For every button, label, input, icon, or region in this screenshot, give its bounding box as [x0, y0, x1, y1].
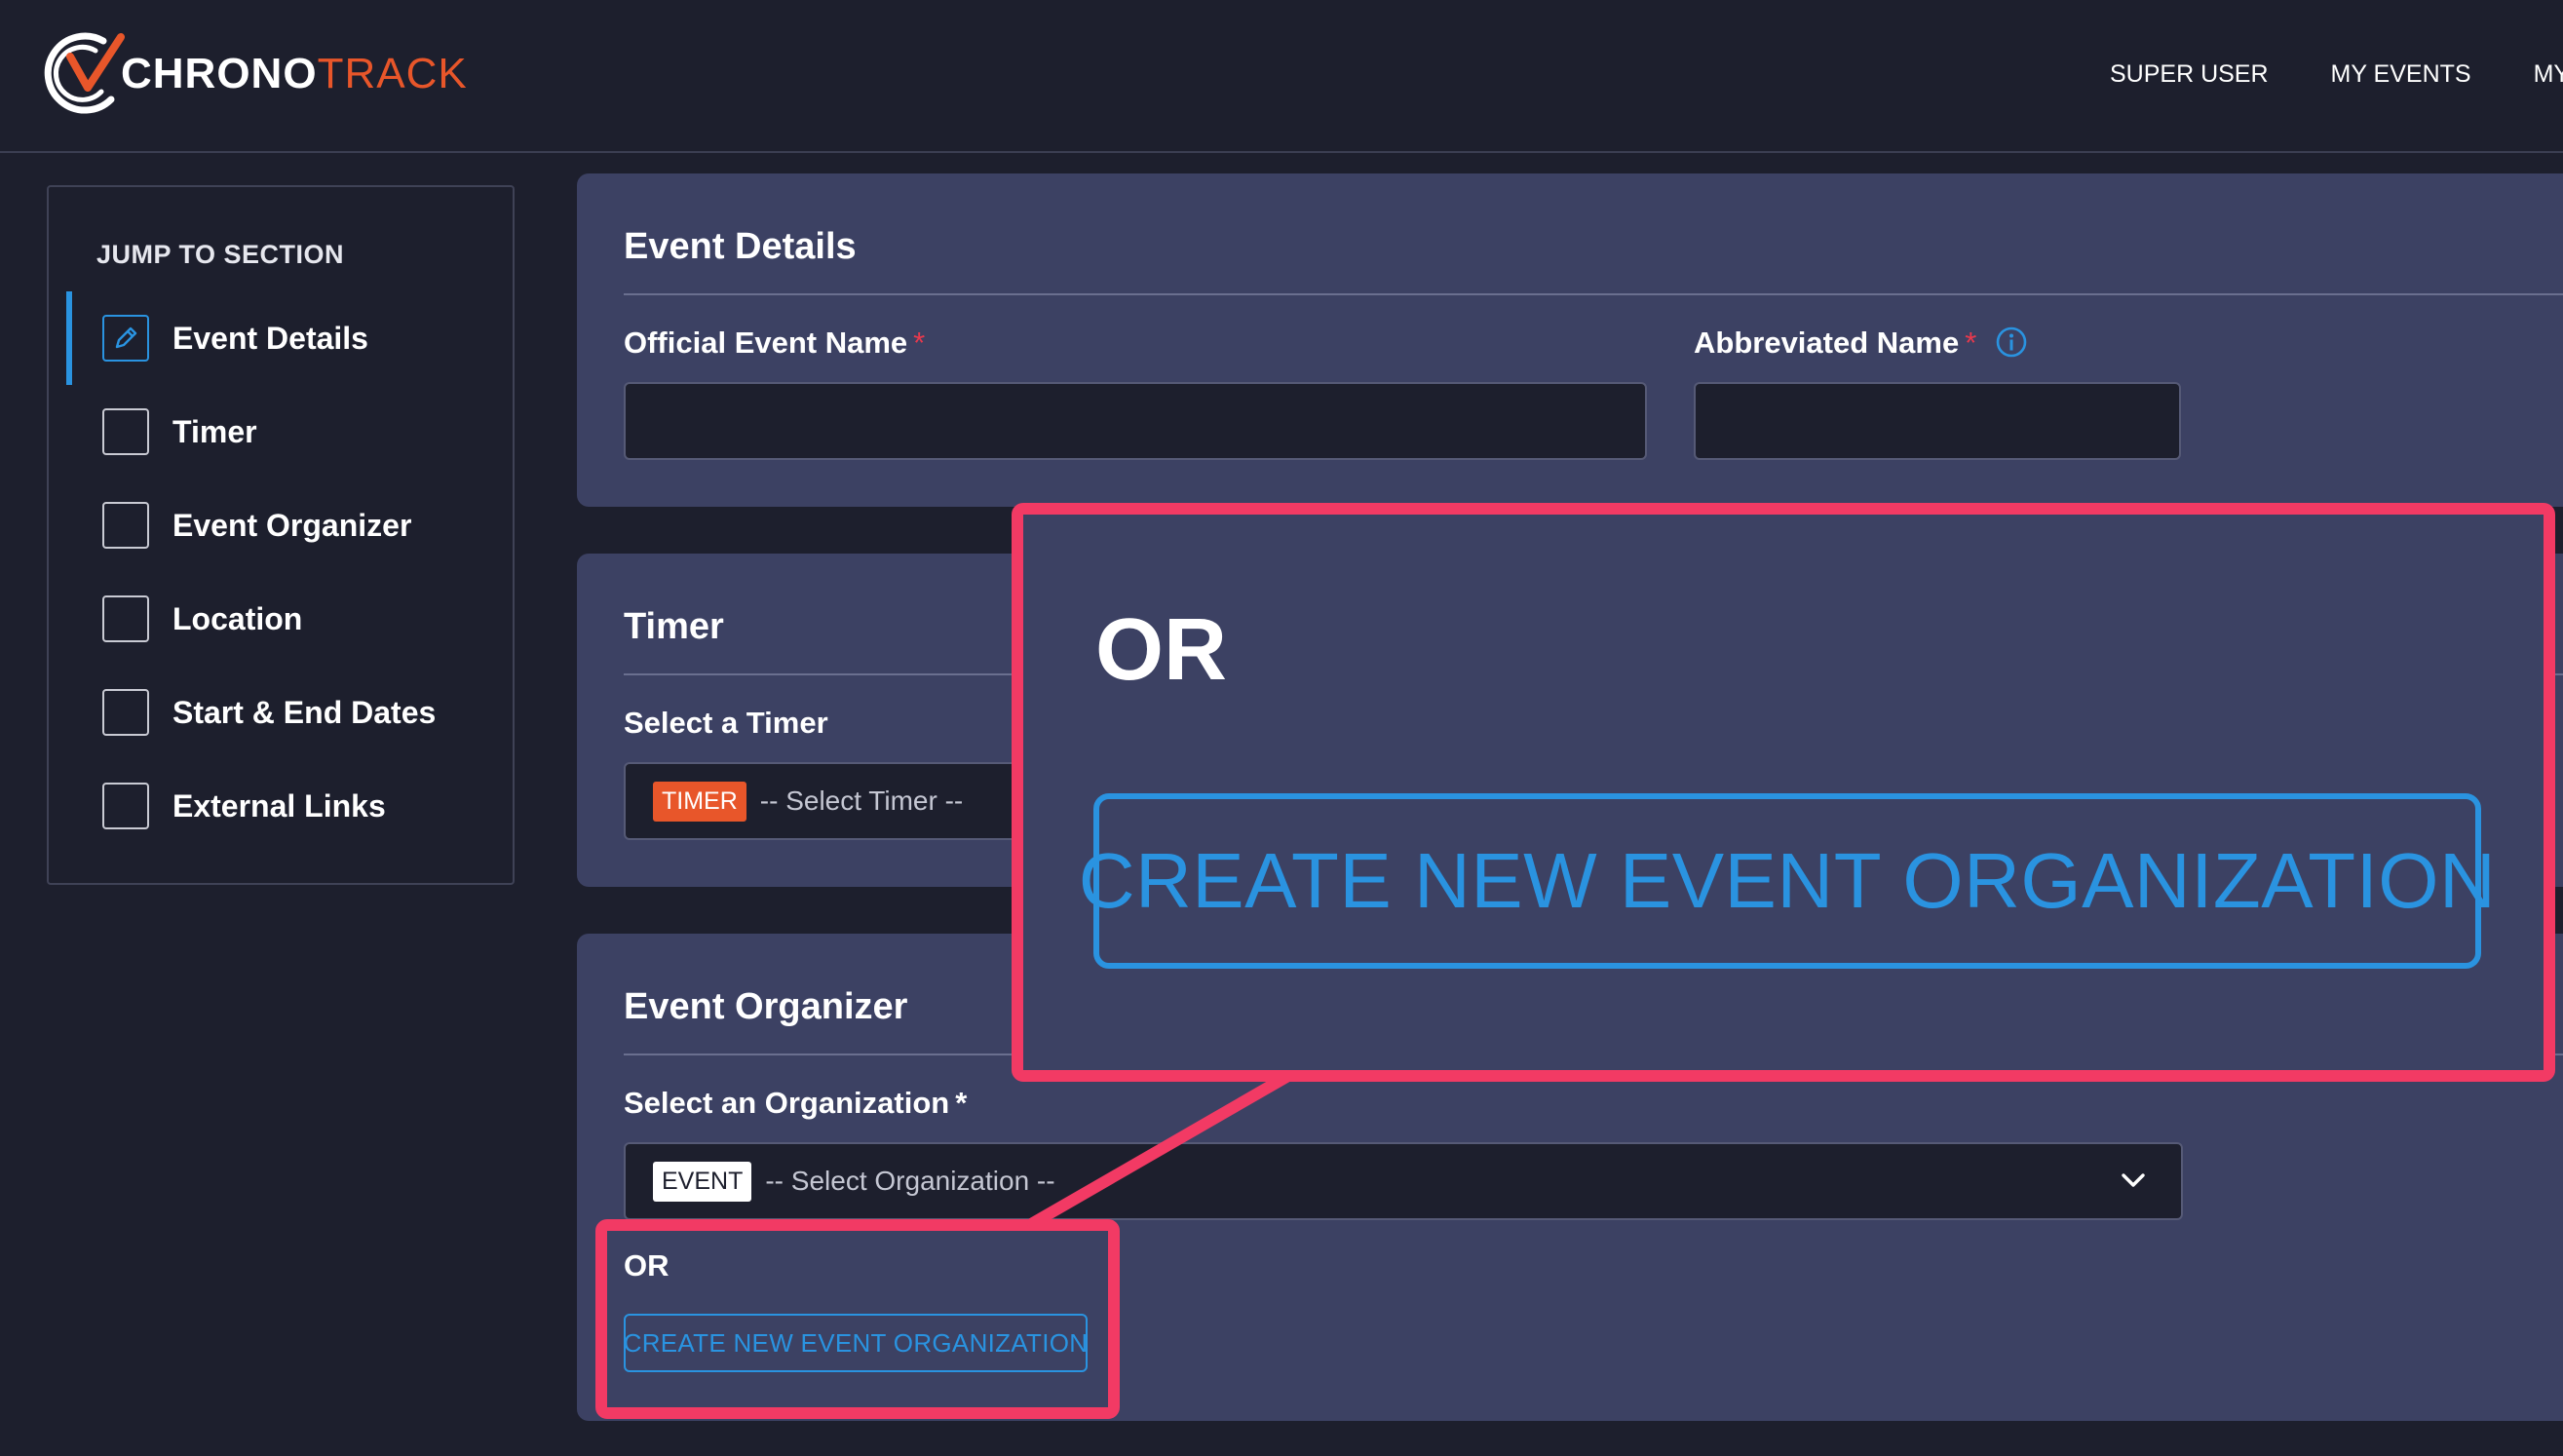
official-event-name-label: Official Event Name *: [624, 326, 925, 361]
required-marker: *: [1965, 326, 1977, 360]
label-text: Official Event Name: [624, 326, 908, 360]
timer-tag: TIMER: [653, 781, 746, 822]
panel-title-event-details: Event Details: [624, 226, 857, 267]
chevron-down-icon: [2122, 1173, 2145, 1187]
official-event-name-input[interactable]: [624, 382, 1647, 460]
highlight-box: [595, 1219, 1120, 1419]
nav-my[interactable]: MY: [2534, 60, 2563, 89]
label-text: Abbreviated Name: [1694, 326, 1960, 360]
zoom-callout: OR CREATE NEW EVENT ORGANIZATION: [1012, 503, 2555, 1082]
pencil-icon: [102, 315, 149, 362]
chronotrack-logo[interactable]: CHRONOTRACK: [43, 25, 468, 123]
sidebar-item-start-end-dates[interactable]: Start & End Dates: [66, 666, 495, 759]
checkbox-icon: [102, 783, 149, 829]
event-tag: EVENT: [653, 1161, 752, 1202]
sidebar-item-label: Timer: [172, 413, 257, 449]
checkbox-icon: [102, 595, 149, 642]
organization-select[interactable]: EVENT -- Select Organization --: [624, 1142, 2183, 1220]
required-marker: *: [913, 326, 926, 360]
checkbox-icon: [102, 408, 149, 455]
required-marker: *: [955, 1086, 968, 1120]
panel-title-event-organizer: Event Organizer: [624, 986, 908, 1027]
timer-select-placeholder: -- Select Timer --: [759, 785, 964, 816]
sidebar-item-label: Start & End Dates: [172, 694, 437, 730]
sidebar-item-location[interactable]: Location: [66, 572, 495, 666]
organization-select-placeholder: -- Select Organization --: [765, 1166, 1055, 1196]
sidebar-item-external-links[interactable]: External Links: [66, 759, 495, 853]
top-bar: CHRONOTRACK SUPER USER MY EVENTS MY: [0, 0, 2563, 153]
sidebar-item-label: Location: [172, 600, 303, 636]
top-nav: SUPER USER MY EVENTS MY: [2110, 60, 2563, 89]
logo-wordmark: CHRONOTRACK: [121, 50, 468, 98]
sidebar-item-label: Event Details: [172, 320, 368, 356]
page: CHRONOTRACK SUPER USER MY EVENTS MY JUMP…: [0, 0, 2563, 1456]
logo-mark-icon: [44, 32, 125, 114]
checkbox-icon: [102, 502, 149, 549]
zoom-or-text: OR: [1095, 601, 1227, 699]
sidebar-item-label: External Links: [172, 787, 386, 824]
event-details-panel: Event Details Official Event Name * Abbre…: [577, 173, 2563, 507]
sidebar-title: JUMP TO SECTION: [96, 240, 345, 269]
sidebar-item-event-details[interactable]: Event Details: [66, 291, 495, 385]
nav-super-user[interactable]: SUPER USER: [2110, 60, 2269, 89]
logo-text-track: TRACK: [317, 50, 468, 97]
sidebar-item-label: Event Organizer: [172, 507, 412, 543]
panel-title-timer: Timer: [624, 606, 724, 647]
abbreviated-name-label: Abbreviated Name *: [1694, 326, 2028, 361]
divider: [624, 293, 2563, 295]
label-text: Select an Organization: [624, 1086, 950, 1120]
zoom-create-event-organization-button[interactable]: CREATE NEW EVENT ORGANIZATION: [1079, 793, 2496, 969]
sidebar-item-timer[interactable]: Timer: [66, 385, 495, 479]
select-organization-label: Select an Organization *: [624, 1086, 967, 1121]
checkbox-icon: [102, 689, 149, 736]
info-icon[interactable]: [1995, 326, 2028, 359]
sidebar-item-event-organizer[interactable]: Event Organizer: [66, 479, 495, 572]
select-timer-label: Select a Timer: [624, 706, 828, 740]
abbreviated-name-input[interactable]: [1694, 382, 2181, 460]
nav-my-events[interactable]: MY EVENTS: [2331, 60, 2471, 89]
jump-to-section-sidebar: JUMP TO SECTION Event Details Timer Even…: [47, 185, 515, 885]
logo-text-chrono: CHRONO: [121, 50, 318, 97]
